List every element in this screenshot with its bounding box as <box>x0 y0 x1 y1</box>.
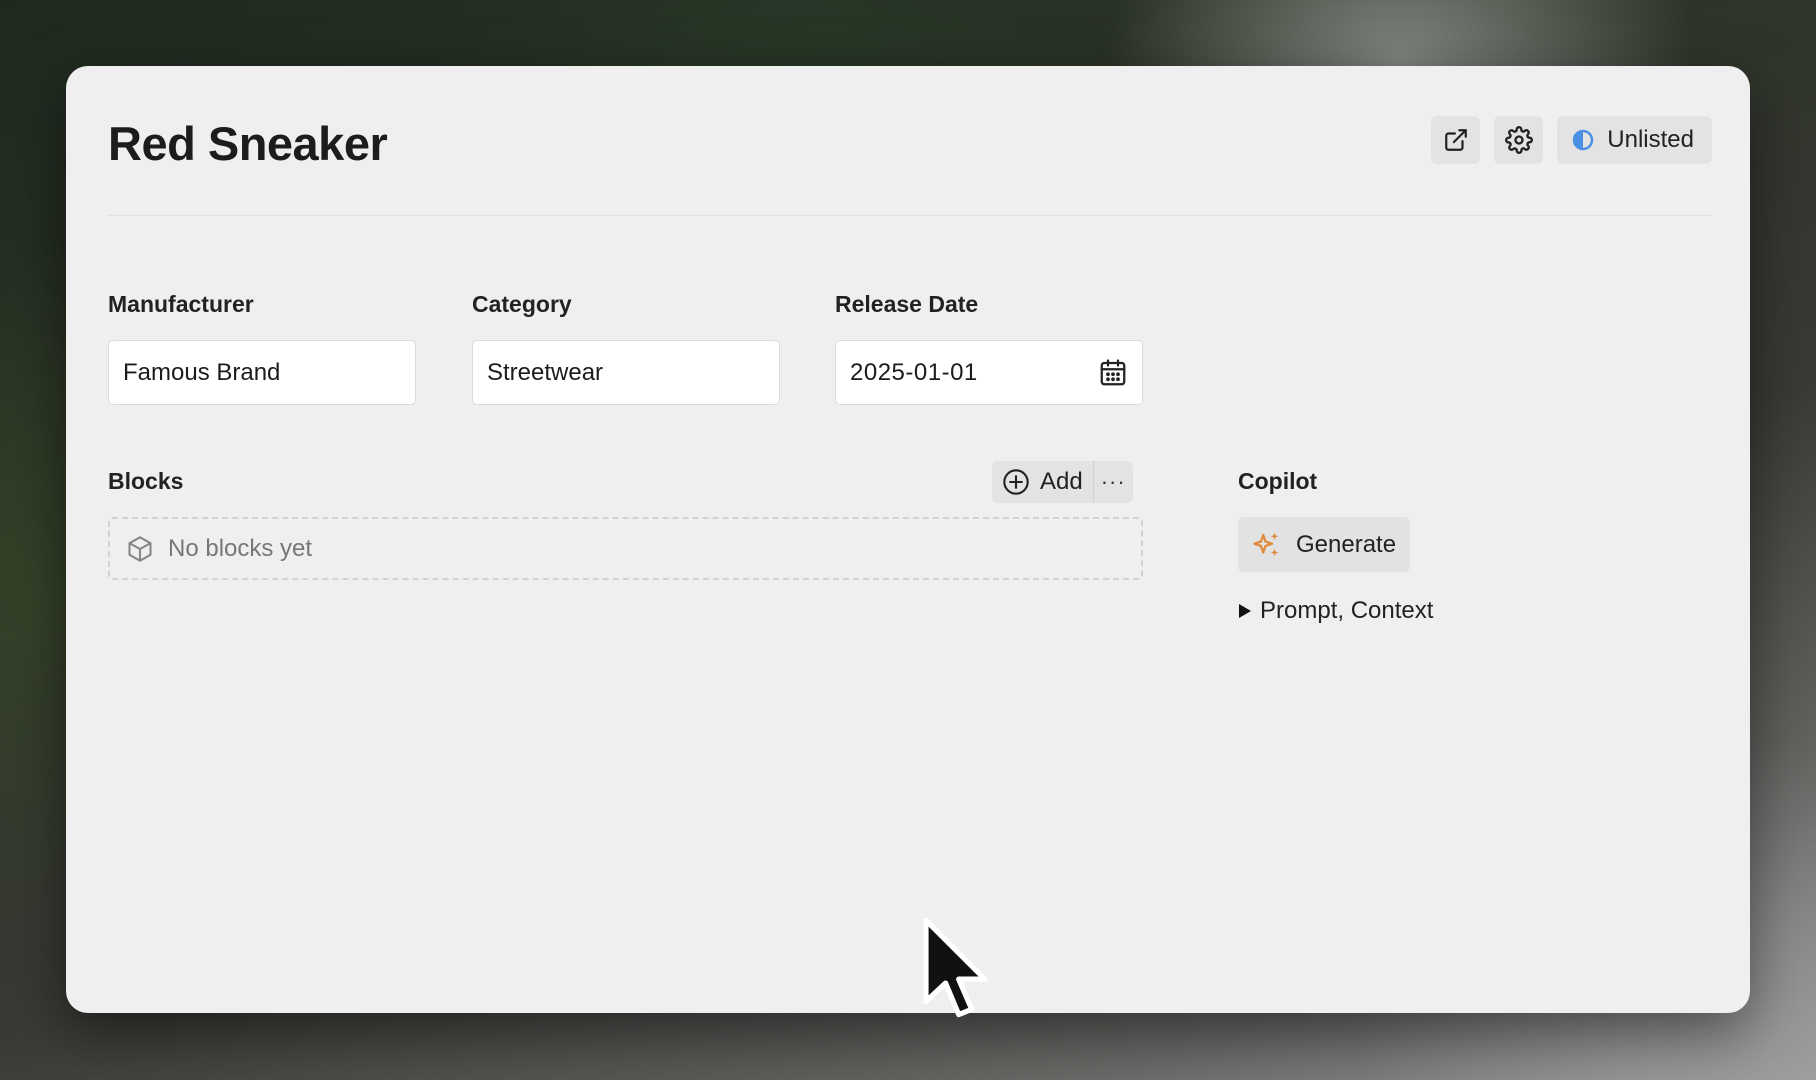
manufacturer-input[interactable]: Famous Brand <box>108 340 416 405</box>
category-value: Streetwear <box>487 358 604 386</box>
gear-icon <box>1504 126 1533 154</box>
calendar-icon[interactable] <box>1098 358 1128 388</box>
blocks-add-group: Add ··· <box>992 461 1133 503</box>
mouse-cursor-icon <box>923 917 988 1018</box>
copilot-heading: Copilot <box>1238 468 1318 494</box>
generate-label: Generate <box>1296 530 1397 558</box>
add-block-button[interactable]: Add <box>992 461 1093 503</box>
category-input[interactable]: Streetwear <box>472 340 780 405</box>
release-date-label: Release Date <box>835 291 979 317</box>
manufacturer-value: Famous Brand <box>123 358 281 386</box>
prompt-context-disclosure[interactable]: Prompt, Context <box>1238 597 1433 625</box>
open-external-button[interactable] <box>1431 116 1481 164</box>
page-header: Red Sneaker Unlisted <box>108 116 1712 216</box>
blocks-empty-state: No blocks yet <box>108 517 1143 580</box>
settings-button[interactable] <box>1494 116 1544 164</box>
item-editor-window: Red Sneaker Unlisted Manufacturer Catego… <box>66 66 1750 1013</box>
visibility-status-label: Unlisted <box>1607 126 1694 153</box>
blocks-heading: Blocks <box>108 468 184 494</box>
generate-button[interactable]: Generate <box>1238 517 1411 572</box>
manufacturer-label: Manufacturer <box>108 291 254 317</box>
add-block-label: Add <box>1040 468 1083 495</box>
release-date-value: 2025-01-01 <box>850 358 978 386</box>
sparkle-icon <box>1253 532 1279 556</box>
visibility-status-button[interactable]: Unlisted <box>1557 116 1712 164</box>
prompt-context-label: Prompt, Context <box>1260 597 1434 624</box>
disclosure-triangle-icon <box>1239 604 1251 618</box>
more-options-button[interactable]: ··· <box>1092 461 1133 503</box>
category-label: Category <box>472 291 572 317</box>
plus-circle-icon <box>1003 469 1029 495</box>
more-options-label: ··· <box>1100 469 1126 494</box>
half-circle-icon <box>1573 129 1594 151</box>
cube-icon <box>128 535 152 562</box>
header-actions: Unlisted <box>1431 116 1712 164</box>
external-link-icon <box>1444 129 1467 151</box>
release-date-input[interactable]: 2025-01-01 <box>835 340 1143 405</box>
page-title: Red Sneaker <box>108 117 388 170</box>
blocks-empty-text: No blocks yet <box>168 534 313 562</box>
